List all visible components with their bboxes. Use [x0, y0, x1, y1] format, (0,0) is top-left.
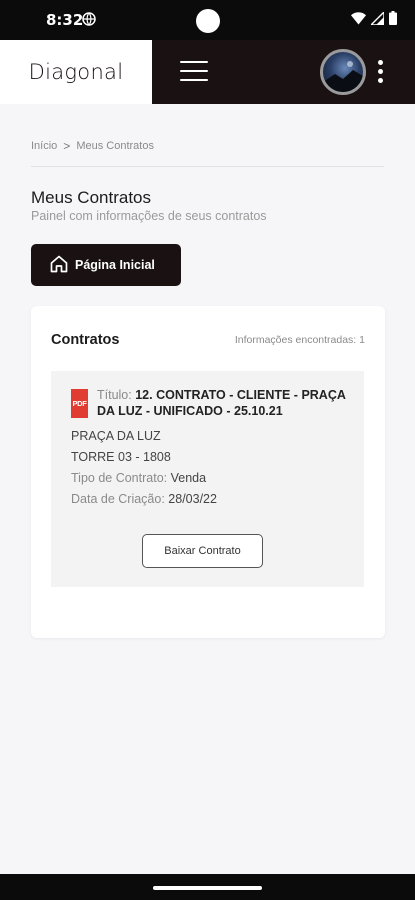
contract-type: Tipo de Contrato: Venda	[71, 471, 206, 485]
pdf-icon: PDF	[71, 389, 88, 418]
wifi-icon	[351, 11, 366, 30]
avatar[interactable]	[320, 49, 366, 95]
contract-location: PRAÇA DA LUZ	[71, 429, 161, 443]
breadcrumb-separator-icon: >	[63, 139, 71, 153]
contracts-title: Contratos	[51, 332, 120, 348]
home-indicator[interactable]	[153, 886, 262, 890]
logo-text: Diagonal	[28, 60, 124, 84]
status-time: 8:32	[46, 11, 84, 29]
contract-item: PDF Título: 12. CONTRATO - CLIENTE - PRA…	[51, 371, 364, 587]
contracts-card: Contratos Informações encontradas: 1 PDF…	[31, 306, 385, 638]
pdf-icon-label: PDF	[72, 399, 87, 408]
contract-type-label: Tipo de Contrato:	[71, 471, 168, 485]
battery-icon	[389, 11, 397, 30]
download-contract-button[interactable]: Baixar Contrato	[142, 534, 263, 568]
menu-icon[interactable]	[180, 61, 208, 83]
page-subtitle: Painel com informações de seus contratos	[31, 209, 267, 223]
contract-title: Título: 12. CONTRATO - CLIENTE - PRAÇA D…	[97, 387, 359, 419]
contract-date-label: Data de Criação:	[71, 492, 165, 506]
navigation-bar	[0, 874, 415, 900]
page-title: Meus Contratos	[31, 188, 151, 207]
contract-date: Data de Criação: 28/03/22	[71, 492, 217, 506]
signal-icon	[369, 9, 385, 30]
breadcrumb-home[interactable]: Início	[31, 140, 57, 152]
results-count: Informações encontradas: 1	[234, 334, 365, 346]
home-icon	[49, 254, 69, 277]
contract-title-label: Título:	[97, 388, 132, 402]
breadcrumb-current: Meus Contratos	[76, 140, 154, 152]
contract-title-value: 12. CONTRATO - CLIENTE - PRAÇA DA LUZ - …	[97, 388, 346, 418]
logo[interactable]: Diagonal	[0, 40, 152, 104]
globe-icon	[82, 12, 96, 31]
contract-type-value: Venda	[170, 471, 207, 485]
app-header: Diagonal	[0, 40, 415, 104]
status-bar: 8:32	[0, 0, 415, 40]
home-page-button[interactable]: Página Inicial	[31, 244, 181, 286]
camera-cutout	[196, 9, 220, 33]
status-icons	[351, 9, 397, 30]
more-options-icon[interactable]	[376, 60, 384, 86]
home-page-button-label: Página Inicial	[75, 258, 155, 272]
contract-unit: TORRE 03 - 1808	[71, 450, 171, 464]
breadcrumb: Início > Meus Contratos	[31, 139, 154, 153]
divider	[31, 166, 384, 167]
contract-date-value: 28/03/22	[168, 492, 217, 506]
